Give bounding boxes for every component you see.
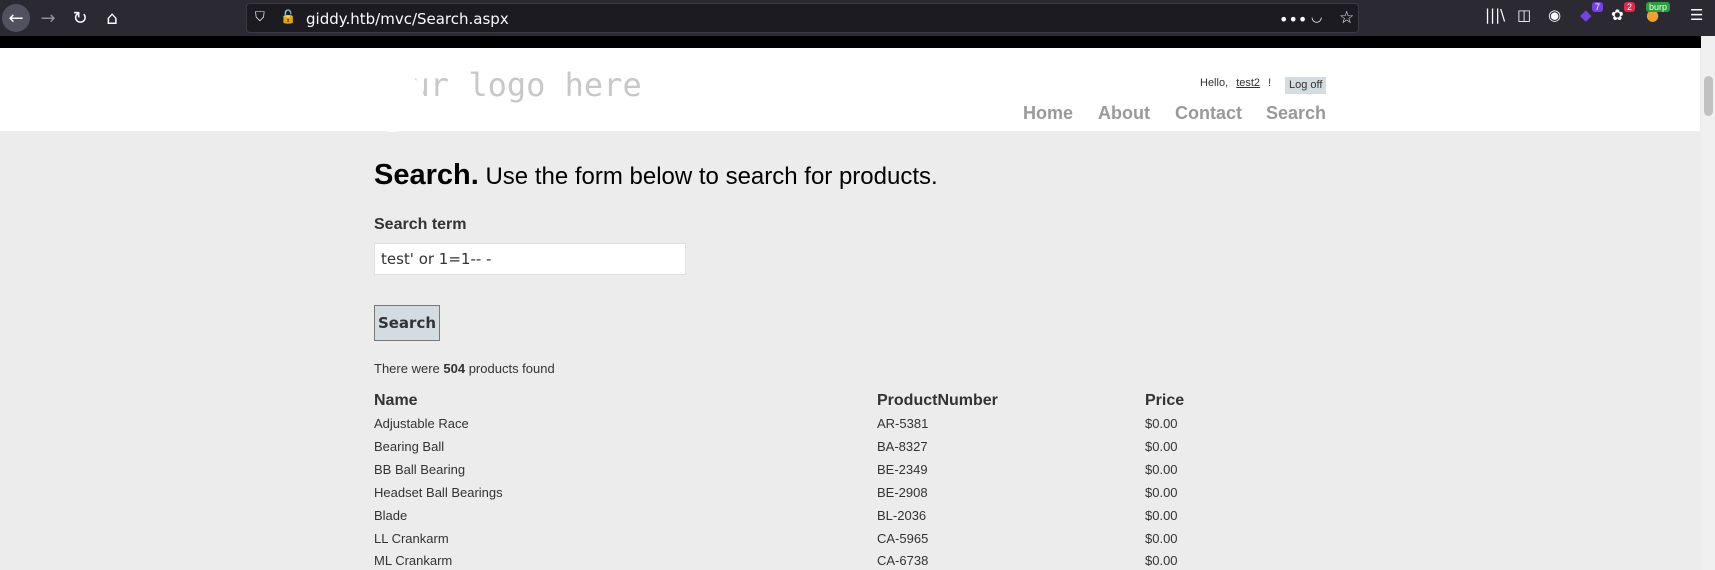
column-header-productnumber: ProductNumber — [877, 392, 998, 409]
more-icon[interactable]: ••• — [1279, 10, 1307, 29]
forward-icon[interactable]: → — [34, 4, 62, 32]
scrollbar-thumb[interactable] — [1704, 76, 1713, 116]
page-title-bold: Search. — [374, 159, 479, 191]
insecure-lock-icon[interactable]: 🔓 — [280, 10, 296, 25]
cell-price: $0.00 — [1145, 416, 1178, 431]
greeting: Hello, — [1200, 77, 1229, 89]
cell-price: $0.00 — [1145, 530, 1178, 546]
cell-price: $0.00 — [1145, 553, 1178, 569]
cell-productnumber: BE-2349 — [877, 461, 928, 477]
cell-name: ML Crankarm — [374, 553, 453, 569]
cell-productnumber: BE-2908 — [877, 484, 928, 500]
cell-price: $0.00 — [1145, 484, 1178, 500]
scrollbar[interactable] — [1701, 36, 1715, 570]
column-header-price: Price — [1145, 392, 1185, 409]
login-display: Hello, test2 ! — [1200, 77, 1271, 89]
cell-name: LL Crankarm — [374, 530, 449, 546]
sidebar-icon[interactable]: ◫ — [1517, 6, 1531, 24]
burp-badge: burp — [1646, 2, 1671, 12]
cell-name: Adjustable Race — [374, 416, 469, 431]
result-count: There were 504 products found — [374, 361, 555, 376]
back-icon[interactable]: ← — [2, 4, 30, 32]
nav-home[interactable]: Home — [1023, 103, 1073, 124]
address-bar[interactable]: ⛉ 🔓 giddy.htb/mvc/Search.aspx ••• ◡ ☆ — [246, 3, 1359, 33]
count-value: 504 — [443, 361, 466, 376]
cell-productnumber: BL-2036 — [877, 507, 927, 523]
cell-name: Blade — [374, 507, 408, 523]
count-suffix: products found — [468, 361, 555, 376]
separator — [0, 36, 1715, 48]
cell-name: BB Ball Bearing — [374, 461, 466, 477]
site-header: your logo here Hello, test2 ! — [0, 48, 1700, 131]
logo-decoration — [362, 70, 424, 132]
cell-productnumber: CA-6738 — [877, 553, 929, 569]
greeting-end: ! — [1268, 77, 1272, 89]
extension-icon[interactable]: ◆ — [1580, 6, 1592, 24]
cell-name: Bearing Ball — [374, 438, 445, 454]
cell-productnumber: BA-8327 — [877, 438, 928, 454]
cell-productnumber: AR-5381 — [877, 416, 929, 431]
cell-price: $0.00 — [1145, 507, 1178, 523]
browser-toolbar: ← → ↻ ⌂ ⛉ 🔓 giddy.htb/mvc/Search.aspx ••… — [0, 0, 1715, 36]
search-button[interactable]: Search — [374, 305, 440, 341]
extension-badge: 2 — [1624, 2, 1636, 12]
extension-icon[interactable]: ✿ — [1611, 6, 1624, 24]
cell-price: $0.00 — [1145, 438, 1178, 454]
shield-icon[interactable]: ⛉ — [255, 10, 265, 25]
pocket-icon[interactable]: ◡ — [1311, 10, 1322, 25]
bookmark-star-icon[interactable]: ☆ — [1339, 8, 1354, 28]
count-prefix: There were — [374, 361, 440, 376]
username-link[interactable]: test2 — [1236, 77, 1260, 89]
nav-search[interactable]: Search — [1266, 103, 1326, 124]
column-header-name: Name — [374, 392, 418, 409]
extension-badge: 7 — [1592, 2, 1604, 12]
nav-about[interactable]: About — [1098, 103, 1150, 124]
home-icon[interactable]: ⌂ — [98, 4, 126, 32]
cell-price: $0.00 — [1145, 461, 1178, 477]
nav-contact[interactable]: Contact — [1175, 103, 1242, 124]
search-input[interactable]: test' or 1=1-- - — [374, 243, 686, 275]
url-text[interactable]: giddy.htb/mvc/Search.aspx — [306, 10, 509, 28]
cell-name: Headset Ball Bearings — [374, 484, 503, 500]
search-label: Search term — [374, 216, 467, 233]
reload-icon[interactable]: ↻ — [66, 4, 94, 32]
logoff-button[interactable]: Log off — [1285, 77, 1327, 94]
page-title: Search. Use the form below to search for… — [374, 159, 938, 192]
page-title-text: Use the form below to search for product… — [485, 163, 938, 190]
cell-productnumber: CA-5965 — [877, 530, 929, 546]
menu-icon[interactable]: ☰ — [1690, 6, 1703, 24]
library-icon[interactable]: |||\ — [1485, 6, 1505, 24]
account-icon[interactable]: ◉ — [1548, 6, 1561, 24]
